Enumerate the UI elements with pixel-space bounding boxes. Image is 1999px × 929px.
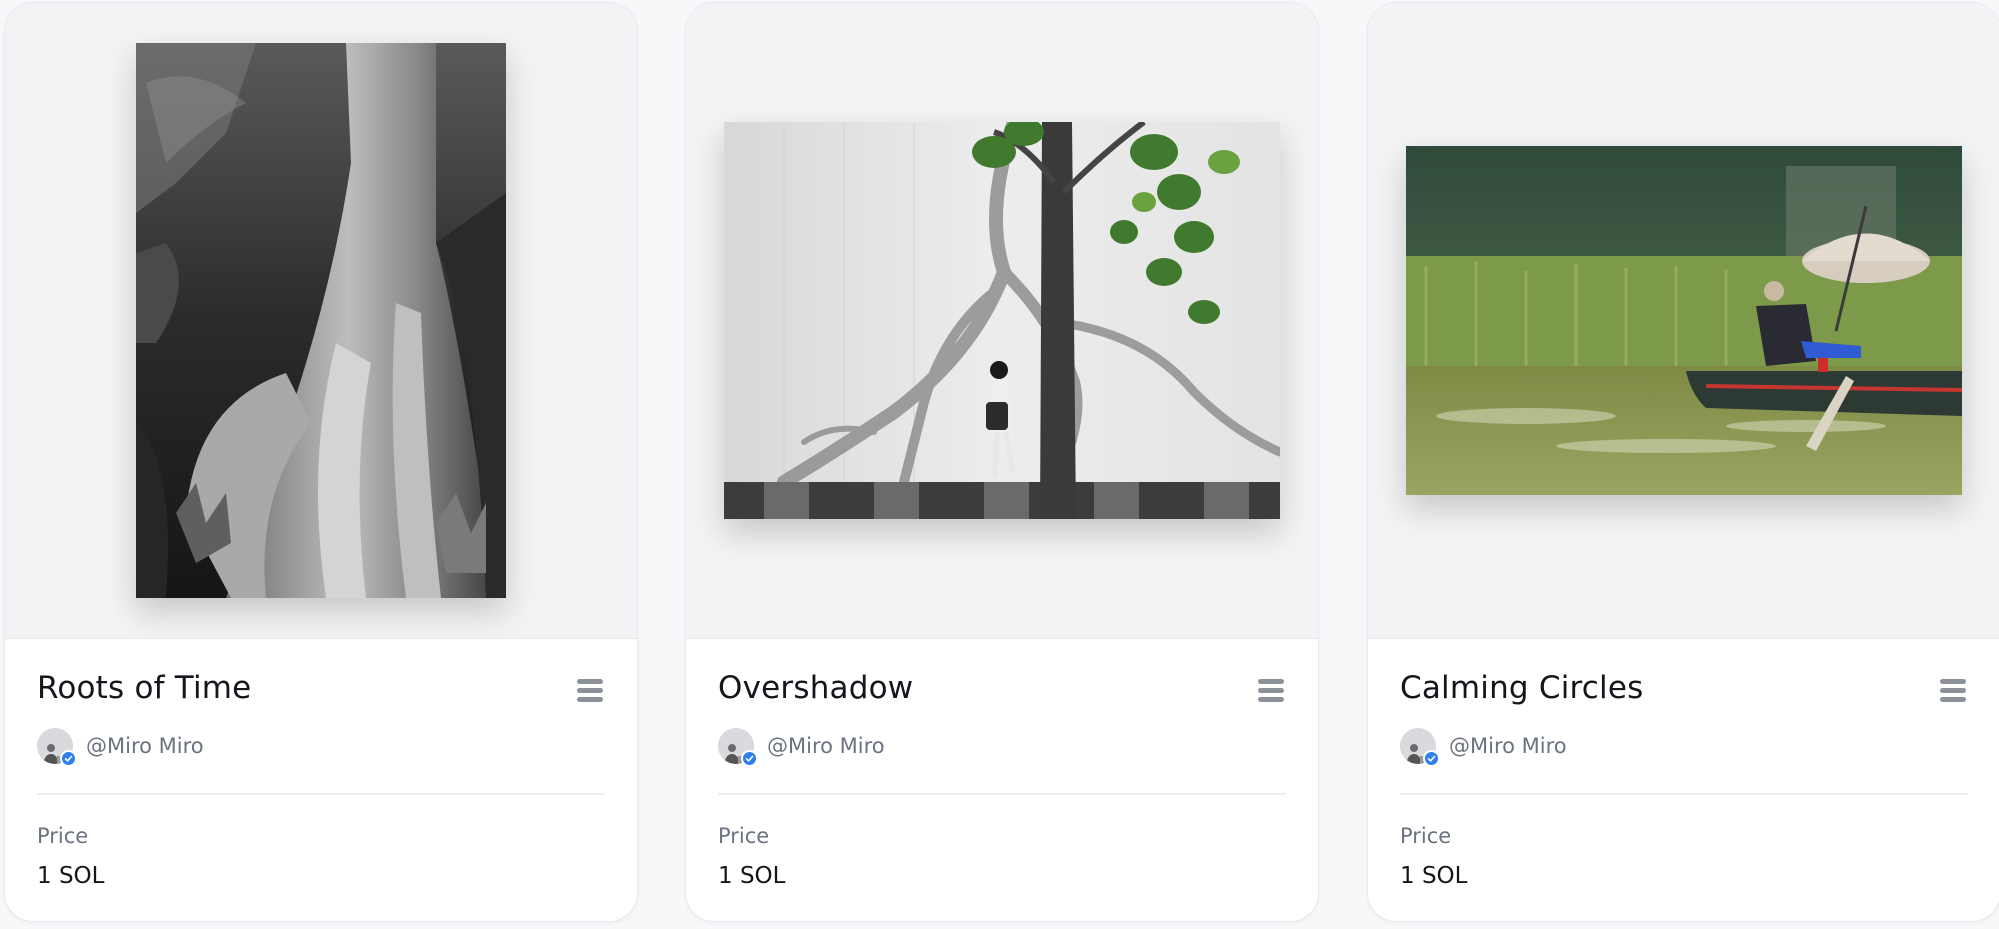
nft-card[interactable]: Roots of Time @Miro Miro Price 1 SOL bbox=[5, 3, 637, 921]
artwork-frame bbox=[1368, 3, 1999, 639]
creator-handle[interactable]: @Miro Miro bbox=[86, 734, 204, 758]
tree-roots-image bbox=[136, 43, 506, 598]
nft-card[interactable]: Calming Circles @Miro Miro Price 1 SOL bbox=[1368, 3, 1999, 921]
divider bbox=[1400, 793, 1968, 795]
divider bbox=[718, 793, 1286, 795]
price-value: 1 SOL bbox=[718, 863, 786, 889]
price-label: Price bbox=[37, 824, 89, 848]
artwork-image[interactable] bbox=[724, 122, 1280, 519]
creator-link[interactable]: @Miro Miro bbox=[718, 727, 885, 767]
menu-icon[interactable] bbox=[575, 676, 605, 706]
menu-icon[interactable] bbox=[1938, 676, 1968, 706]
artwork-title[interactable]: Overshadow bbox=[718, 670, 913, 706]
tree-shadow-image bbox=[724, 122, 1280, 519]
verified-badge-icon bbox=[741, 750, 758, 767]
creator-link[interactable]: @Miro Miro bbox=[1400, 727, 1567, 767]
avatar bbox=[37, 728, 77, 767]
verified-badge-icon bbox=[1423, 750, 1440, 767]
avatar bbox=[718, 728, 758, 767]
price-value: 1 SOL bbox=[1400, 863, 1468, 889]
menu-icon[interactable] bbox=[1256, 676, 1286, 706]
divider bbox=[37, 793, 605, 795]
creator-link[interactable]: @Miro Miro bbox=[37, 727, 204, 767]
boat-umbrella-image bbox=[1406, 146, 1962, 495]
artwork-title[interactable]: Roots of Time bbox=[37, 670, 251, 706]
artwork-image[interactable] bbox=[1406, 146, 1962, 495]
creator-handle[interactable]: @Miro Miro bbox=[767, 734, 885, 758]
artwork-image[interactable] bbox=[136, 43, 506, 598]
price-value: 1 SOL bbox=[37, 863, 105, 889]
artwork-frame bbox=[686, 3, 1318, 639]
price-label: Price bbox=[1400, 824, 1452, 848]
price-label: Price bbox=[718, 824, 770, 848]
creator-handle[interactable]: @Miro Miro bbox=[1449, 734, 1567, 758]
avatar bbox=[1400, 728, 1440, 767]
artwork-frame bbox=[5, 3, 637, 639]
nft-card-grid: Roots of Time @Miro Miro Price 1 SOL Ove… bbox=[0, 0, 1999, 929]
artwork-title[interactable]: Calming Circles bbox=[1400, 670, 1643, 706]
verified-badge-icon bbox=[60, 750, 77, 767]
nft-card[interactable]: Overshadow @Miro Miro Price 1 SOL bbox=[686, 3, 1318, 921]
